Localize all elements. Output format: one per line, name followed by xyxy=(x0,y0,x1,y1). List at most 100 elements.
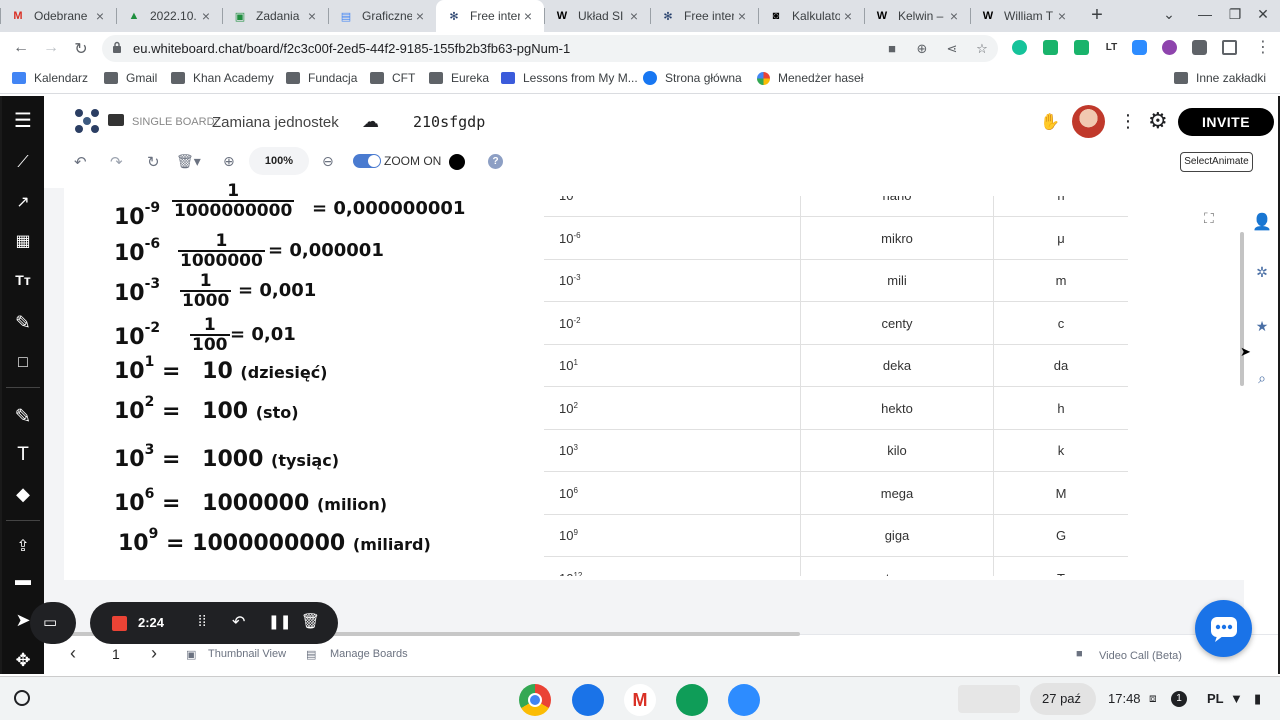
undo-icon[interactable]: ↶ xyxy=(74,153,87,171)
raise-hand-icon[interactable]: ✋ xyxy=(1040,112,1060,132)
browser-tab[interactable]: W William T × xyxy=(970,0,1078,32)
shield-extension-icon[interactable] xyxy=(1043,40,1058,55)
extensions-puzzle-icon[interactable] xyxy=(1192,40,1207,55)
bookmark-item[interactable]: Menedżer haseł xyxy=(757,71,863,85)
back-icon[interactable]: ← xyxy=(12,39,30,57)
upload-icon[interactable]: ⇪ xyxy=(2,536,44,556)
browser-tab[interactable]: W Kelwin – × xyxy=(864,0,970,32)
tab-close-icon[interactable]: × xyxy=(520,8,536,24)
address-bar[interactable]: eu.whiteboard.chat/board/f2c3c00f-2ed5-4… xyxy=(102,35,998,62)
text-tool-icon[interactable]: T xyxy=(2,444,44,466)
help-icon[interactable]: ? xyxy=(488,154,503,169)
reload-icon[interactable]: ↻ xyxy=(72,39,90,59)
refresh-icon[interactable]: ↻ xyxy=(147,153,160,171)
thumbnail-view-button[interactable]: Thumbnail View xyxy=(208,648,286,660)
bookmark-item[interactable]: Eureka xyxy=(429,71,489,85)
pause-icon[interactable]: ❚❚ xyxy=(268,613,291,630)
pencil-icon[interactable]: ✎ xyxy=(2,312,44,335)
tab-close-icon[interactable]: × xyxy=(92,8,108,24)
zoom-extension-icon[interactable] xyxy=(1132,40,1147,55)
tab-close-icon[interactable]: × xyxy=(946,8,962,24)
trend-tool-icon[interactable]: ↗ xyxy=(2,192,44,212)
gmail-app-icon[interactable]: M xyxy=(624,684,656,716)
browser-tab[interactable]: ✻ Free inter × xyxy=(436,0,544,32)
lt-extension-icon[interactable]: LT xyxy=(1104,40,1119,55)
invite-button[interactable]: INVITE xyxy=(1178,108,1274,136)
notification-badge[interactable]: 1 xyxy=(1171,691,1187,707)
trash-dropdown-icon[interactable]: 🗑▾ xyxy=(176,153,201,170)
zoom-toggle[interactable] xyxy=(353,154,381,168)
tab-close-icon[interactable]: × xyxy=(840,8,856,24)
browser-tab[interactable]: W Układ SI × xyxy=(544,0,650,32)
participants-icon[interactable]: 👤 xyxy=(1252,212,1272,232)
window-close-icon[interactable]: ✕ xyxy=(1254,6,1272,23)
manage-boards-icon[interactable]: ▤ xyxy=(306,648,316,661)
browser-tab[interactable]: ▣ Zadania × xyxy=(222,0,328,32)
files-app-icon[interactable] xyxy=(572,684,604,716)
sheets-app-icon[interactable] xyxy=(676,684,708,716)
wifi-icon[interactable]: ▼ xyxy=(1230,691,1243,706)
flower-extension-icon[interactable] xyxy=(1162,40,1177,55)
browser-tab[interactable]: ▤ Graficzne × xyxy=(328,0,436,32)
launcher-icon[interactable] xyxy=(14,690,30,706)
forward-icon[interactable]: → xyxy=(42,39,60,57)
search-icon[interactable]: ⌕ xyxy=(1252,370,1272,387)
select-animate-button[interactable]: SelectAnimate xyxy=(1180,152,1253,172)
other-bookmarks[interactable]: Inne zakładki xyxy=(1174,71,1266,85)
favorites-icon[interactable]: ★ xyxy=(1252,318,1272,335)
avatar[interactable] xyxy=(1072,105,1105,138)
video-call-icon[interactable]: ■ xyxy=(1076,648,1083,660)
grid-dots-icon[interactable]: ⁞⁞ xyxy=(198,613,206,630)
bookmark-item[interactable]: CFT xyxy=(370,71,415,85)
tab-close-icon[interactable]: × xyxy=(626,8,642,24)
redo-icon[interactable]: ↷ xyxy=(110,153,123,171)
zoom-icon[interactable]: ⊕ xyxy=(914,41,930,57)
settings-gear-icon[interactable]: ⚙ xyxy=(1148,108,1168,134)
tab-close-icon[interactable]: × xyxy=(1054,8,1070,24)
shield-extension-icon-2[interactable] xyxy=(1074,40,1089,55)
eraser-icon[interactable]: ◆ xyxy=(2,484,44,505)
bookmark-star-icon[interactable]: ☆ xyxy=(974,41,990,57)
board-name[interactable]: Zamiana jednostek xyxy=(212,114,339,131)
rectangle-tool-icon[interactable]: □ xyxy=(2,354,44,372)
browser-tab[interactable]: M Odebrane × xyxy=(0,0,116,32)
grammarly-extension-icon[interactable] xyxy=(1012,40,1027,55)
zoom-app-icon[interactable] xyxy=(728,684,760,716)
screen-capture-icon[interactable]: ⧈ xyxy=(1149,691,1157,706)
next-page-icon[interactable]: › xyxy=(151,643,157,664)
tab-close-icon[interactable]: × xyxy=(198,8,214,24)
bookmark-item[interactable]: Lessons from My M... xyxy=(501,71,638,85)
video-call-button[interactable]: Video Call (Beta) xyxy=(1099,650,1182,662)
briefcase-icon[interactable]: ▬ xyxy=(2,572,44,590)
prev-page-icon[interactable]: ‹ xyxy=(70,643,76,664)
vertical-scrollbar[interactable] xyxy=(1240,232,1244,386)
text-size-icon[interactable]: Tт xyxy=(2,272,44,288)
color-picker[interactable] xyxy=(449,154,465,170)
tote-thumbnail[interactable] xyxy=(958,685,1020,713)
discard-icon[interactable]: 🗑 xyxy=(301,612,320,630)
side-panel-icon[interactable] xyxy=(1222,40,1237,55)
cloud-save-icon[interactable]: ☁ xyxy=(362,112,379,132)
line-chart-tool-icon[interactable]: ⟋ xyxy=(2,154,44,172)
chat-button[interactable] xyxy=(1195,600,1252,657)
chrome-app-icon[interactable] xyxy=(519,684,551,716)
battery-icon[interactable]: ▮ xyxy=(1254,691,1261,707)
restore-icon[interactable]: ❐ xyxy=(1226,6,1244,23)
language-indicator[interactable]: PL xyxy=(1207,691,1224,706)
new-tab-button[interactable]: + xyxy=(1086,4,1108,26)
browser-tab[interactable]: ◙ Kalkulato × xyxy=(758,0,864,32)
tab-close-icon[interactable]: × xyxy=(412,8,428,24)
pen-tool-icon[interactable]: ✎ xyxy=(2,404,44,429)
zoom-in-icon[interactable]: ⊕ xyxy=(223,153,235,170)
bookmark-item[interactable]: Khan Academy xyxy=(171,71,274,85)
bookmark-item[interactable]: Fundacja xyxy=(286,71,357,85)
bookmark-item[interactable]: Gmail xyxy=(104,71,157,85)
hamburger-menu-icon[interactable]: ☰ xyxy=(2,108,44,133)
tab-close-icon[interactable]: × xyxy=(734,8,750,24)
move-icon[interactable]: ✥ xyxy=(2,650,44,671)
browser-tab[interactable]: ▲ 2022.10. × xyxy=(116,0,222,32)
fullscreen-icon[interactable]: ⛶ xyxy=(1204,210,1214,227)
share-icon[interactable]: ⋖ xyxy=(944,41,960,57)
minimize-icon[interactable]: — xyxy=(1196,6,1214,22)
chrome-menu-icon[interactable]: ⋮ xyxy=(1254,37,1272,57)
